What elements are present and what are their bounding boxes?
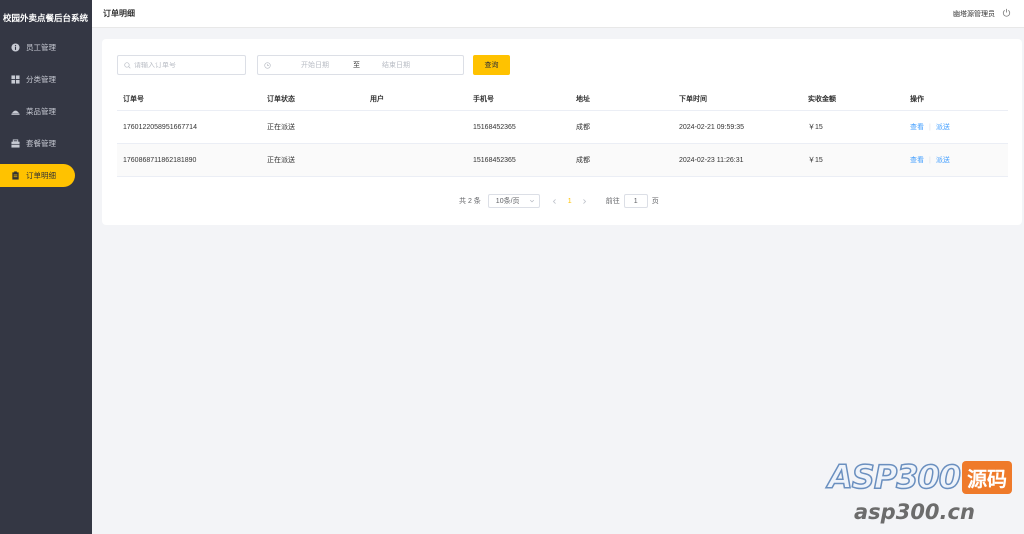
- info-icon: [11, 43, 20, 52]
- column-header: 订单号: [123, 95, 144, 103]
- action-divider: |: [929, 157, 931, 164]
- search-icon: [124, 61, 131, 69]
- clock-icon: [264, 61, 271, 69]
- page-size-value: 10条/页: [495, 198, 520, 205]
- order-time: 2024-02-23 11:26:31: [679, 156, 744, 164]
- order-address: 成都: [576, 157, 590, 164]
- user-name[interactable]: 幽塔源管理员: [953, 9, 995, 19]
- column-header: 手机号: [473, 95, 494, 103]
- order-status: 正在派送: [267, 157, 295, 164]
- date-range-picker[interactable]: 开始日期 至 结束日期: [257, 55, 464, 75]
- sidebar-item-packages[interactable]: 套餐管理: [0, 132, 92, 155]
- watermark-badge: 源码: [962, 460, 1013, 494]
- column-header: 操作: [910, 95, 924, 103]
- table-row: 1760868711862181890 正在派送 15168452365 成都 …: [117, 144, 1008, 177]
- row-actions: 查看 | 派送: [904, 155, 1006, 165]
- column-header: 订单状态: [267, 95, 295, 103]
- date-separator: 至: [353, 62, 360, 69]
- order-time: 2024-02-21 09:59:35: [679, 123, 744, 131]
- date-start-input[interactable]: 开始日期: [301, 60, 329, 70]
- order-number: 1760122058951667714: [123, 123, 197, 131]
- dispatch-link[interactable]: 派送: [936, 157, 950, 164]
- page-size-select[interactable]: 10条/页: [487, 194, 540, 208]
- goto-label: 前往: [605, 198, 620, 205]
- chevron-right-icon: [583, 198, 587, 204]
- package-icon: [11, 139, 20, 148]
- pagination: 共 2 条 10条/页 1 前往 页: [459, 194, 659, 208]
- page-title: 订单明细: [103, 9, 135, 18]
- order-panel: 开始日期 至 结束日期 查询 订单号 订单状态 用户 手机号 地址 下单时间 实…: [102, 39, 1022, 225]
- sidebar-item-dishes[interactable]: 菜品管理: [0, 100, 92, 123]
- order-amount: ￥15: [808, 124, 823, 131]
- sidebar-item-employees[interactable]: 员工管理: [0, 36, 92, 59]
- grid-icon: [11, 75, 20, 84]
- order-address: 成都: [576, 124, 590, 131]
- power-icon[interactable]: [1002, 8, 1011, 17]
- watermark-brand: ASP300: [827, 457, 962, 497]
- sidebar-item-label: 分类管理: [26, 75, 56, 84]
- column-header: 地址: [576, 95, 590, 103]
- next-page-button[interactable]: [580, 196, 590, 206]
- sidebar-item-orders[interactable]: 订单明细: [0, 164, 75, 187]
- column-header: 下单时间: [679, 95, 707, 103]
- order-search-field[interactable]: [117, 55, 246, 75]
- chevron-down-icon: [529, 199, 534, 203]
- view-link[interactable]: 查看: [910, 157, 924, 164]
- sidebar-item-label: 套餐管理: [26, 139, 56, 148]
- order-number: 1760868711862181890: [123, 156, 197, 164]
- action-divider: |: [929, 124, 931, 131]
- orders-table: 订单号 订单状态 用户 手机号 地址 下单时间 实收金额 操作 17601220…: [117, 87, 1008, 177]
- query-button[interactable]: 查询: [473, 55, 510, 75]
- order-phone: 15168452365: [473, 123, 516, 131]
- goto-suffix: 页: [651, 198, 659, 205]
- column-header: 用户: [370, 95, 384, 103]
- order-search-input[interactable]: [134, 61, 234, 69]
- date-end-input[interactable]: 结束日期: [382, 60, 410, 70]
- view-link[interactable]: 查看: [910, 124, 924, 131]
- pagination-total: 共 2 条: [459, 198, 481, 205]
- watermark-url: asp300.cn: [854, 500, 975, 524]
- goto-page-input[interactable]: [623, 194, 648, 208]
- chevron-left-icon: [553, 198, 557, 204]
- row-actions: 查看 | 派送: [904, 122, 1006, 132]
- table-row: 1760122058951667714 正在派送 15168452365 成都 …: [117, 111, 1008, 144]
- page-number-current[interactable]: 1: [568, 198, 572, 205]
- prev-page-button[interactable]: [550, 196, 560, 206]
- sidebar-item-categories[interactable]: 分类管理: [0, 68, 92, 91]
- dish-icon: [11, 107, 20, 116]
- watermark-logo: ASP300 源码 asp300.cn: [827, 457, 1024, 528]
- order-status: 正在派送: [267, 124, 295, 131]
- sidebar-item-label: 订单明细: [26, 171, 56, 180]
- app-title: 校园外卖点餐后台系统: [3, 13, 89, 23]
- dispatch-link[interactable]: 派送: [936, 124, 950, 131]
- sidebar-item-label: 员工管理: [26, 43, 56, 52]
- table-header: 订单号 订单状态 用户 手机号 地址 下单时间 实收金额 操作: [117, 87, 1008, 111]
- sidebar-item-label: 菜品管理: [26, 107, 56, 116]
- top-header: 订单明细 幽塔源管理员: [92, 0, 1024, 28]
- order-phone: 15168452365: [473, 156, 516, 164]
- sidebar: 校园外卖点餐后台系统 员工管理 分类管理 菜品管理 套餐管理 订单明细: [0, 0, 92, 534]
- order-amount: ￥15: [808, 157, 823, 164]
- clipboard-icon: [11, 171, 20, 180]
- column-header: 实收金额: [808, 95, 836, 103]
